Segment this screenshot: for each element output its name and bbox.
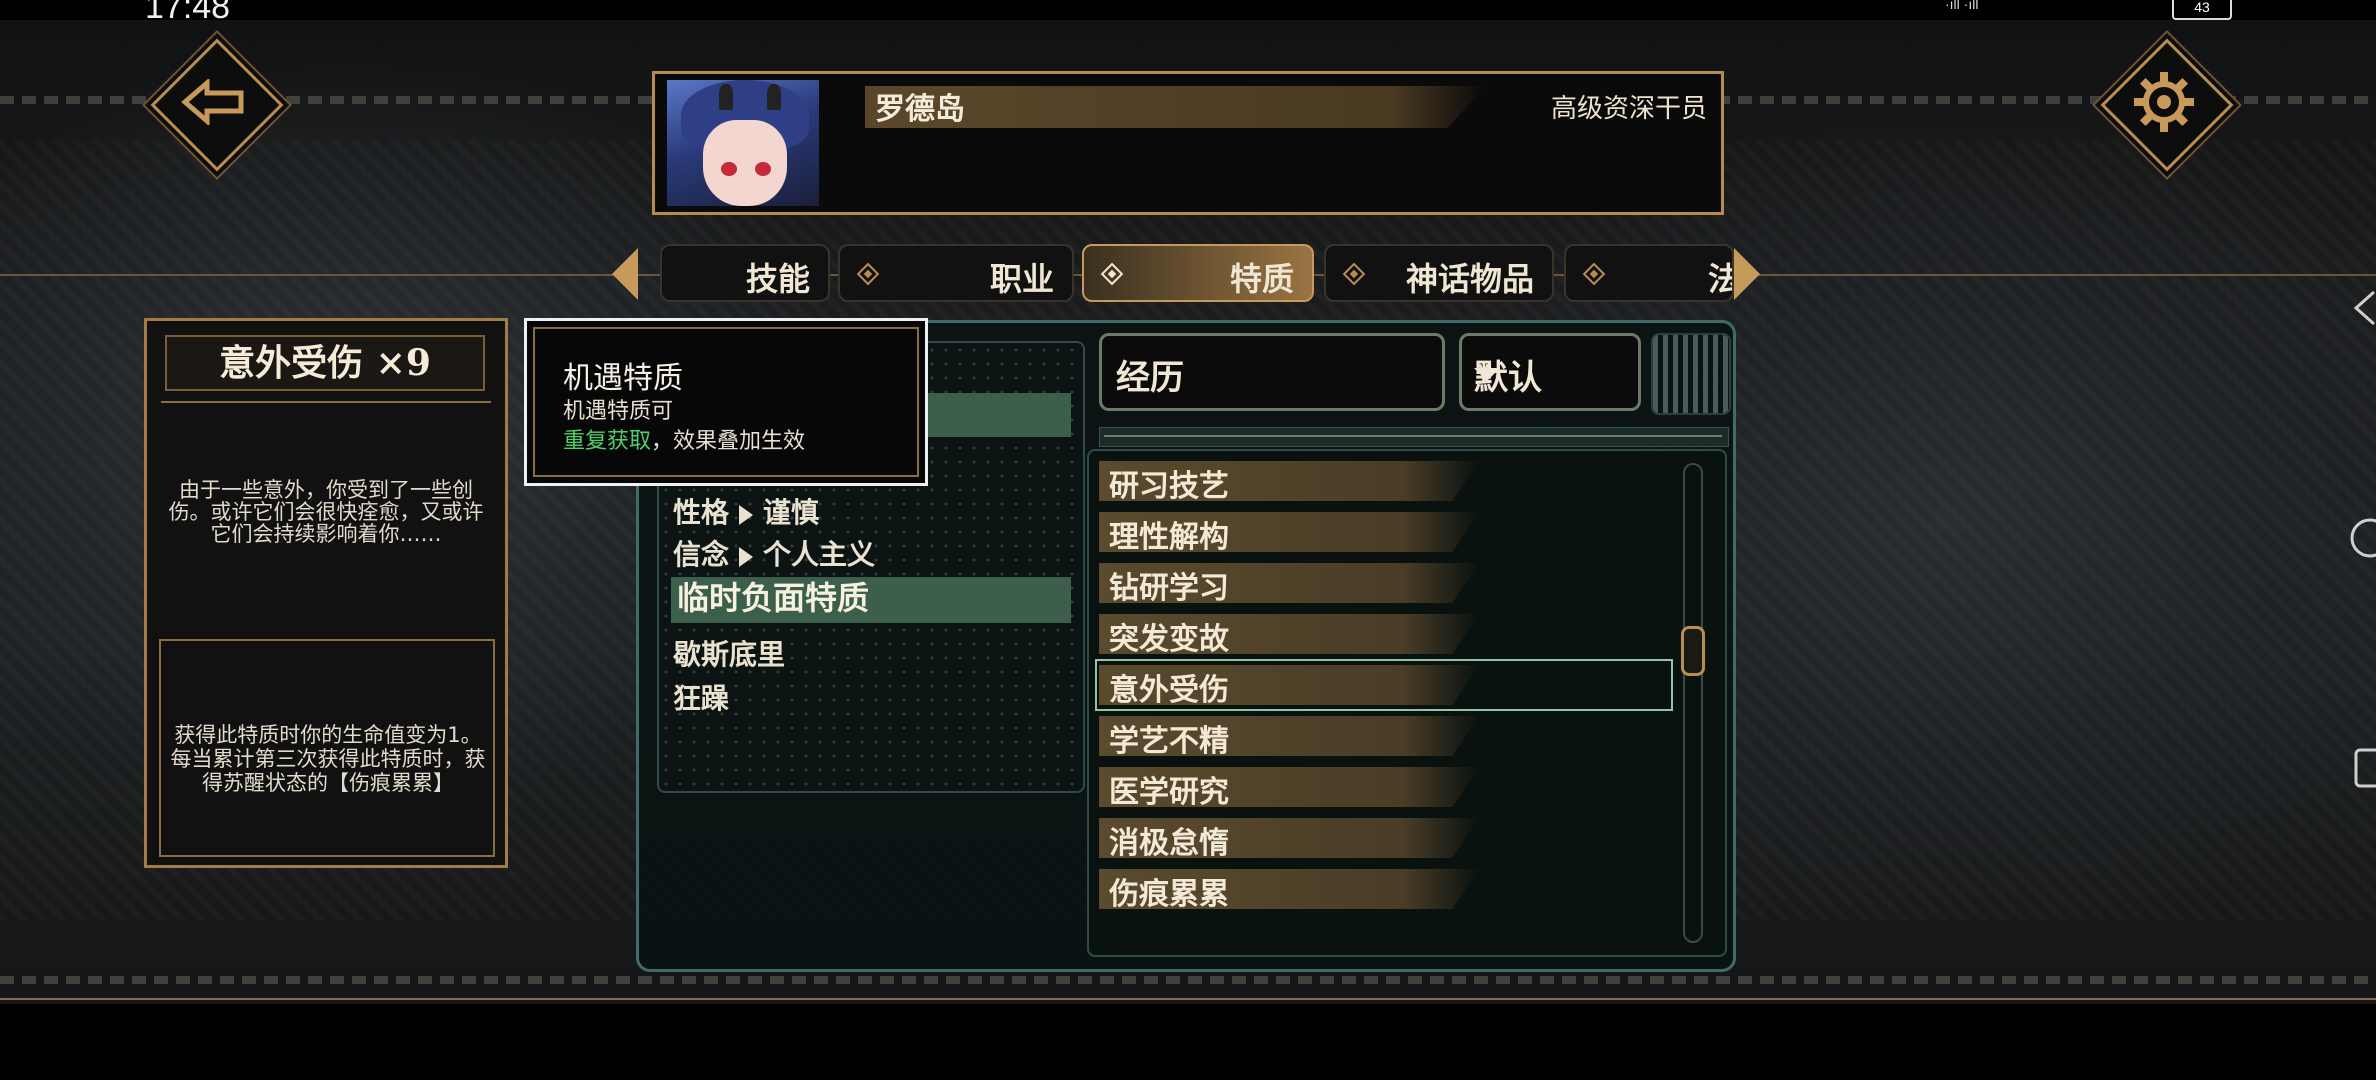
bottom-gold-line xyxy=(0,998,2376,1000)
trait-detail-card: 意外受伤 ×9 由于一些意外，你受到了一些创伤。或许它们会很快痊愈，又或许它们会… xyxy=(144,318,508,868)
filter-slider[interactable] xyxy=(1099,427,1729,447)
scrollbar-thumb[interactable] xyxy=(1681,626,1705,676)
status-time: 17:48 xyxy=(145,0,231,26)
category-dropdown[interactable]: 经历 xyxy=(1099,333,1445,411)
tab-more[interactable]: 法 xyxy=(1564,244,1734,302)
back-button[interactable] xyxy=(150,38,284,172)
list-item[interactable]: 性格 谨慎 xyxy=(673,491,819,531)
scrollbar[interactable] xyxy=(1683,463,1703,943)
tab-diamond-icon xyxy=(1100,262,1124,286)
tab-diamond-icon xyxy=(1582,262,1606,286)
list-item[interactable]: 消极怠惰 xyxy=(1109,818,1229,862)
back-arrow-icon xyxy=(154,42,274,162)
list-item[interactable]: 理性解构 xyxy=(1109,512,1229,556)
view-toggle-button[interactable] xyxy=(1651,333,1731,415)
gear-icon xyxy=(2104,42,2224,162)
tooltip: 机遇特质 机遇特质可 重复获取，效果叠加生效 xyxy=(524,318,928,486)
list-item[interactable]: 钻研学习 xyxy=(1109,563,1229,607)
tooltip-text: 重复获取，效果叠加生效 xyxy=(563,423,805,455)
nav-home-icon[interactable] xyxy=(2346,516,2376,564)
list-item[interactable]: 伤痕累累 xyxy=(1109,869,1229,913)
tooltip-highlight: 重复获取 xyxy=(563,429,652,454)
sort-dropdown[interactable]: 默认 xyxy=(1459,333,1641,411)
chevron-down-icon xyxy=(1474,368,1500,381)
list-item[interactable]: 歇斯底里 xyxy=(673,633,785,673)
tab-bar: 技能 职业 特质 神话物品 法 xyxy=(612,244,1760,308)
profile-name: 罗德岛 xyxy=(875,92,965,127)
trait-title: 意外受伤 ×9 xyxy=(165,335,485,391)
status-battery: 43 xyxy=(2172,0,2232,20)
section-header: 临时负面特质 xyxy=(671,577,1071,623)
list-item[interactable]: 突发变故 xyxy=(1109,614,1229,658)
tab-diamond-icon xyxy=(1342,262,1366,286)
trait-effect-box: 获得此特质时你的生命值变为1。每当累计第三次获得此特质时，获得苏醒状态的【伤痕累… xyxy=(159,639,495,857)
bottom-bar xyxy=(0,1004,2376,1080)
arrow-right-icon xyxy=(739,504,754,525)
trait-effect: 获得此特质时你的生命值变为1。每当累计第三次获得此特质时，获得苏醒状态的【伤痕累… xyxy=(170,723,486,795)
tooltip-rest: ，效果叠加生效 xyxy=(651,429,806,454)
avatar xyxy=(667,80,819,206)
list-item-selected[interactable]: 意外受伤 xyxy=(1109,665,1229,709)
tab-traits[interactable]: 特质 xyxy=(1082,244,1314,302)
profile-header: 罗德岛 高级资深干员 xyxy=(652,71,1724,215)
bottom-border-dashes xyxy=(0,976,2376,984)
arrow-right-icon xyxy=(739,546,754,567)
settings-button[interactable] xyxy=(2100,38,2234,172)
tab-diamond-icon xyxy=(856,262,880,286)
tab-class[interactable]: 职业 xyxy=(838,244,1074,302)
tab-myth-items[interactable]: 神话物品 xyxy=(1324,244,1554,302)
nav-back-icon[interactable] xyxy=(2352,288,2376,332)
nav-recents-icon[interactable] xyxy=(2352,746,2376,794)
status-signal: ·ıll ·ıll xyxy=(1945,0,1979,12)
list-item[interactable]: 学艺不精 xyxy=(1109,716,1229,760)
list-item[interactable]: 研习技艺 xyxy=(1109,461,1229,505)
tooltip-subtitle: 机遇特质可 xyxy=(563,399,674,424)
status-bar xyxy=(0,0,2376,20)
profile-rank: 高级资深干员 xyxy=(1550,94,1707,124)
tab-skills[interactable]: 技能 xyxy=(660,244,830,302)
list-item[interactable]: 狂躁 xyxy=(673,677,729,717)
tooltip-title: 机遇特质 xyxy=(563,361,683,396)
trait-description: 由于一些意外，你受到了一些创伤。或许它们会很快痊愈，又或许它们会持续影响着你…… xyxy=(168,478,484,546)
list-item[interactable]: 医学研究 xyxy=(1109,767,1229,811)
divider xyxy=(161,401,491,403)
trait-list[interactable]: 研习技艺 理性解构 钻研学习 突发变故 意外受伤 学艺不精 医学研究 消极怠惰 … xyxy=(1087,449,1727,957)
tab-left-arrow-icon[interactable] xyxy=(612,248,638,300)
tab-right-arrow-icon[interactable] xyxy=(1734,248,1760,300)
list-item[interactable]: 信念 个人主义 xyxy=(673,533,875,573)
